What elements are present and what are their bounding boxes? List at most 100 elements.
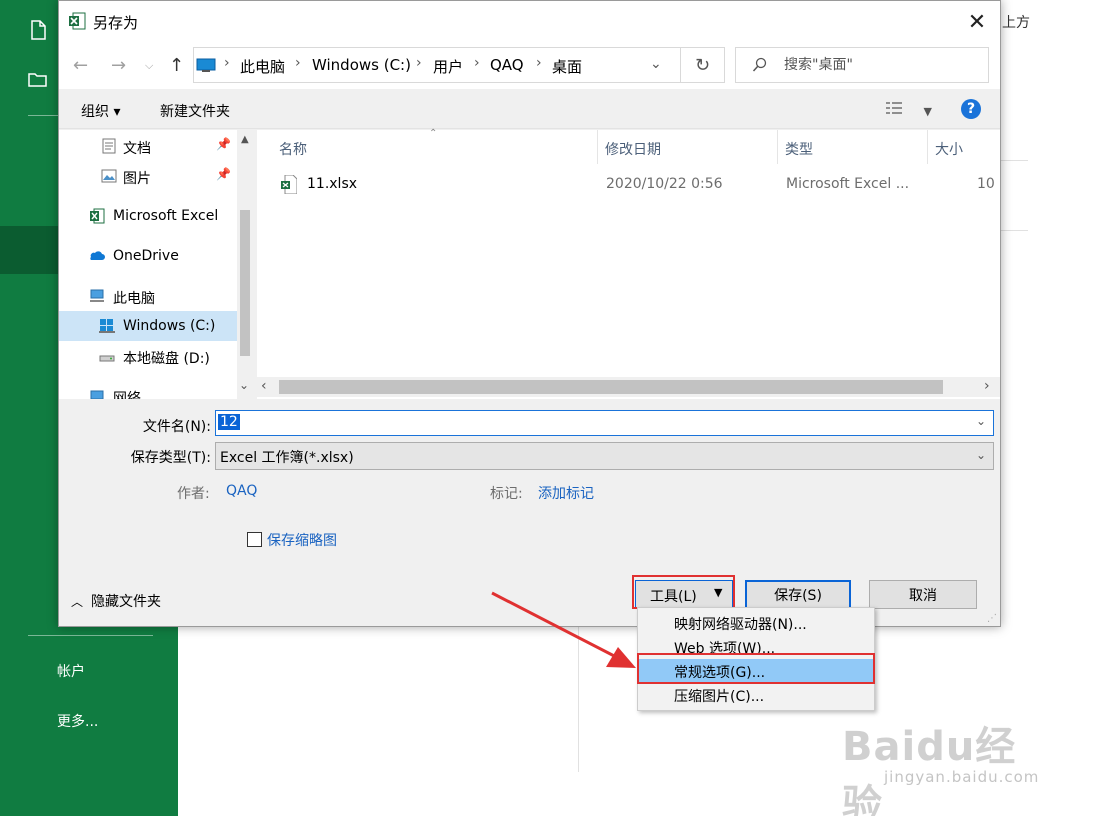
up-arrow-icon[interactable]: ↑ [169, 55, 184, 76]
backstage-divider [578, 627, 579, 772]
scroll-left-icon[interactable]: ‹ [261, 378, 267, 394]
chevron-up-icon: ︿ [71, 595, 84, 609]
nav-scroll-thumb[interactable] [240, 210, 250, 356]
file-name: 11.xlsx [307, 176, 358, 192]
computer-icon [90, 289, 104, 302]
general-options-annotation-box [637, 653, 875, 684]
dialog-titlebar[interactable]: 另存为 ✕ [59, 1, 1000, 43]
nav-item-windows-c[interactable]: Windows (C:) [59, 311, 237, 341]
nav-item-this-pc[interactable]: 此电脑 [59, 281, 237, 311]
nav-item-local-disk-d[interactable]: 本地磁盘 (D:) [59, 341, 237, 371]
new-file-icon[interactable] [28, 20, 48, 40]
nav-item-pictures[interactable]: 图片 📌 [59, 161, 237, 191]
horizontal-scroll-thumb[interactable] [279, 380, 943, 394]
address-chevron-down-icon[interactable]: ⌄ [650, 56, 662, 72]
filetype-value: Excel 工作簿(*.xlsx) [220, 450, 354, 466]
author-value[interactable]: QAQ [226, 483, 257, 499]
filename-input[interactable]: 12 ⌄ [215, 410, 994, 436]
scroll-right-icon[interactable]: › [984, 378, 990, 394]
menu-item-map-network-drive[interactable]: 映射网络驱动器(N)... [638, 611, 874, 635]
filename-chevron-down-icon[interactable]: ⌄ [976, 414, 986, 428]
dialog-title: 另存为 [93, 14, 139, 32]
excel-file-icon [281, 175, 297, 194]
search-box[interactable] [735, 47, 989, 83]
nav-scrollbar[interactable]: ▲ ⌄ [237, 130, 253, 399]
scroll-down-icon[interactable]: ⌄ [239, 378, 249, 392]
open-folder-icon[interactable] [28, 70, 48, 90]
column-divider[interactable] [777, 130, 778, 164]
tools-annotation-box [632, 575, 735, 609]
file-type: Microsoft Excel ... [786, 176, 910, 192]
breadcrumb-separator-icon: › [536, 55, 542, 71]
nav-item-onedrive[interactable]: OneDrive [59, 241, 237, 271]
save-button[interactable]: 保存(S) [745, 580, 851, 609]
excel-logo-icon [69, 12, 86, 30]
watermark-brand: Baidu经验 [842, 724, 1017, 816]
hide-folders-toggle[interactable]: ︿ 隐藏文件夹 [71, 591, 161, 611]
backstage-partial-text: 上方 [1002, 15, 1030, 31]
resize-grip-icon[interactable]: ⋰ [987, 613, 997, 624]
menu-item-compress-pictures[interactable]: 压缩图片(C)... [638, 683, 874, 707]
save-as-dialog: 另存为 ✕ ← → ⌵ ↑ › 此电脑 › Windows (C:) › 用户 … [58, 0, 1001, 627]
baidu-watermark: Baidu经验 jingyan.baidu.com [842, 700, 1042, 816]
network-icon [90, 390, 104, 399]
disk-drive-icon [99, 355, 115, 362]
forward-arrow-icon[interactable]: → [111, 55, 126, 76]
sidebar-item-more[interactable]: 更多... [57, 711, 98, 731]
breadcrumb-this-pc[interactable]: 此电脑 [240, 56, 285, 77]
filetype-label: 保存类型(T): [130, 450, 211, 466]
column-header-modified[interactable]: 修改日期 [605, 130, 661, 164]
add-tags-link[interactable]: 添加标记 [538, 483, 594, 503]
new-folder-button[interactable]: 新建文件夹 [160, 101, 230, 121]
search-input[interactable] [784, 55, 974, 75]
nav-item-label: Windows (C:) [123, 318, 216, 334]
backstage-divider [1001, 160, 1028, 161]
nav-item-network[interactable]: 网络 [59, 381, 237, 399]
pin-icon[interactable]: 📌 [216, 167, 231, 181]
column-header-name[interactable]: 名称 [279, 130, 307, 164]
sidebar-item-account[interactable]: 帐户 [57, 661, 85, 681]
breadcrumb-users[interactable]: 用户 [433, 56, 463, 77]
watermark-url: jingyan.baidu.com [884, 768, 1040, 786]
pictures-icon [101, 169, 117, 183]
help-icon[interactable]: ? [961, 99, 981, 119]
view-options-button[interactable]: ▼ [885, 101, 932, 119]
file-row[interactable]: 11.xlsx 2020/10/22 0:56 Microsoft Excel … [257, 170, 1000, 200]
file-size: 10 [977, 176, 995, 192]
file-list-pane: ⌃ 名称 修改日期 类型 大小 11.xlsx 2020/10/22 0:56 … [257, 128, 1000, 399]
save-thumbnail-label[interactable]: 保存缩略图 [267, 530, 337, 550]
column-divider[interactable] [927, 130, 928, 164]
excel-icon [90, 208, 105, 224]
nav-item-documents[interactable]: 文档 📌 [59, 131, 237, 161]
horizontal-scrollbar[interactable]: ‹ › [257, 377, 1000, 397]
filetype-select[interactable]: Excel 工作簿(*.xlsx) ⌄ [215, 442, 994, 470]
sort-ascending-icon: ⌃ [429, 128, 438, 139]
recent-chevron-down-icon[interactable]: ⌵ [145, 59, 153, 73]
view-chevron-down-icon: ▼ [923, 105, 932, 118]
column-header-size[interactable]: 大小 [935, 130, 963, 164]
nav-item-label: 本地磁盘 (D:) [123, 351, 210, 367]
onedrive-cloud-icon [90, 251, 105, 260]
address-box[interactable]: › 此电脑 › Windows (C:) › 用户 › QAQ › 桌面 ⌄ [193, 47, 681, 83]
search-icon [752, 57, 767, 72]
close-button[interactable]: ✕ [964, 9, 990, 35]
save-thumbnail-checkbox[interactable] [247, 532, 262, 547]
refresh-button[interactable]: ↻ [681, 47, 725, 83]
file-modified: 2020/10/22 0:56 [606, 176, 723, 192]
tags-label: 标记: [490, 486, 523, 502]
nav-item-microsoft-excel[interactable]: Microsoft Excel [59, 201, 237, 231]
scroll-up-icon[interactable]: ▲ [241, 134, 249, 145]
breadcrumb-desktop[interactable]: 桌面 [552, 56, 582, 77]
breadcrumb-windows-c[interactable]: Windows (C:) [312, 56, 411, 74]
breadcrumb-separator-icon: › [474, 55, 480, 71]
cancel-button[interactable]: 取消 [869, 580, 977, 609]
pin-icon[interactable]: 📌 [216, 137, 231, 151]
hide-folders-label: 隐藏文件夹 [91, 594, 162, 610]
breadcrumb-qaq[interactable]: QAQ [490, 56, 524, 74]
column-divider[interactable] [597, 130, 598, 164]
backstage-divider [1001, 230, 1028, 231]
computer-icon [196, 58, 216, 72]
organize-button[interactable]: 组织 ▾ [81, 101, 120, 121]
back-arrow-icon[interactable]: ← [73, 55, 88, 76]
column-header-type[interactable]: 类型 [785, 130, 813, 164]
